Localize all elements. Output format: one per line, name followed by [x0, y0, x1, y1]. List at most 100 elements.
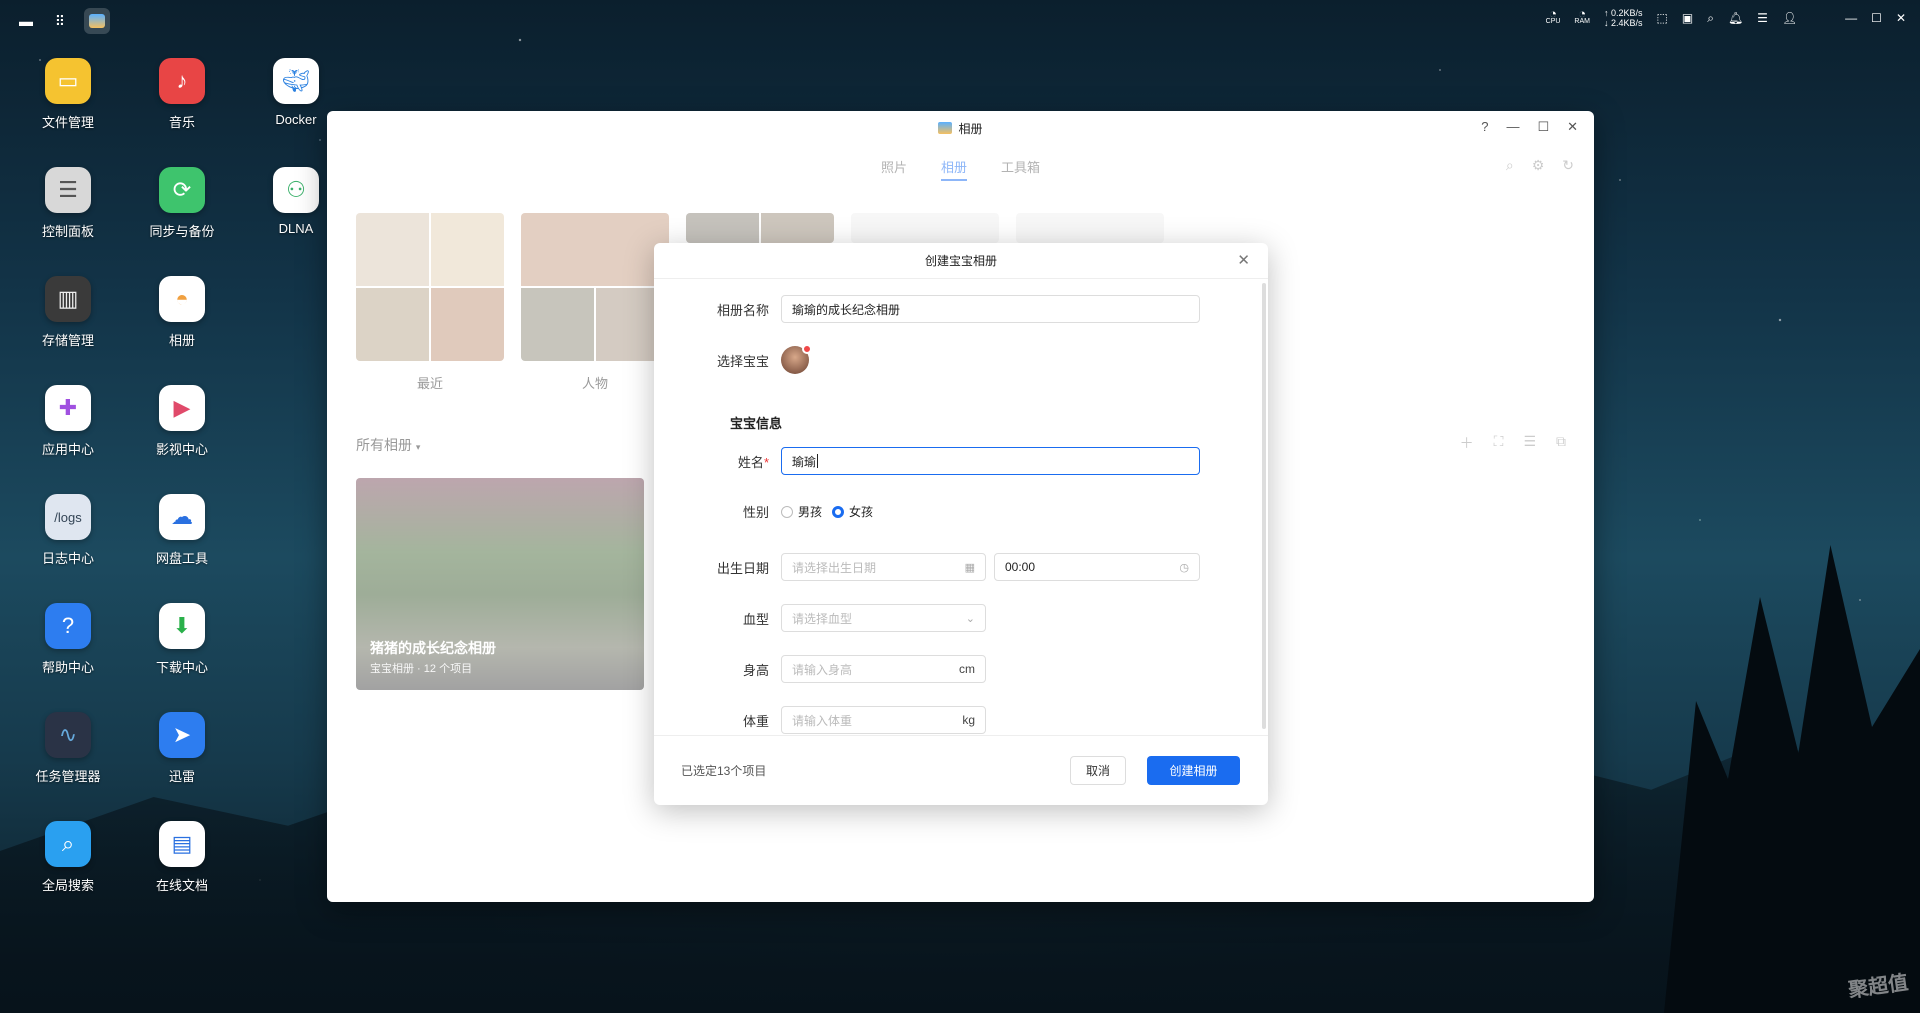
name-label: 姓名*: [737, 454, 769, 470]
thunder-icon: ➤: [159, 712, 205, 758]
maximize-icon[interactable]: ☐: [1871, 11, 1882, 25]
desktop-app-cloud-drive[interactable]: ☁ 网盘工具: [132, 494, 232, 567]
minimize-icon[interactable]: —: [1845, 11, 1857, 25]
desktop-app-sync[interactable]: ⟳ 同步与备份: [132, 167, 232, 240]
storage-icon: ▥: [45, 276, 91, 322]
search-icon[interactable]: ⌕: [1707, 11, 1714, 26]
window-minimize-icon[interactable]: —: [1506, 119, 1519, 135]
photos-app-icon: [938, 122, 953, 134]
birth-date-picker[interactable]: 请选择出生日期 ▦: [781, 553, 986, 581]
desktop-app-label: 控制面板: [41, 224, 94, 239]
desktop-app-label: 全局搜索: [41, 878, 94, 893]
desktop-app-label: 影视中心: [155, 442, 208, 457]
desktop-app-label: 任务管理器: [35, 769, 101, 784]
dialog-title: 创建宝宝相册 ✕: [654, 243, 1268, 279]
remove-badge-icon[interactable]: [802, 344, 812, 354]
net-download-speed: ↓ 2.4KB/s: [1603, 18, 1643, 28]
app-center-icon: ✚: [45, 385, 91, 431]
desktop-app-label: 下载中心: [155, 660, 208, 675]
dialog-close-icon[interactable]: ✕: [1237, 243, 1250, 279]
blood-row: 血型 请选择血型 ⌄: [654, 604, 1268, 632]
desktop-app-video[interactable]: ▶ 影视中心: [132, 385, 232, 458]
help-icon: ?: [45, 603, 91, 649]
user-account-icon[interactable]: ⬚: [1657, 11, 1668, 25]
name-input[interactable]: 瑜瑜: [781, 447, 1200, 475]
gender-row: 性别 男孩 女孩: [654, 502, 1268, 521]
desktop-app-app-center[interactable]: ✚ 应用中心: [18, 385, 118, 458]
desktop-app-label: 相册: [168, 333, 195, 348]
docker-icon: 🐳︎: [273, 58, 319, 104]
birth-time-picker[interactable]: 00:00 ◷: [994, 553, 1200, 581]
weight-row: 体重 请输入体重 kg: [654, 706, 1268, 734]
gender-girl-radio[interactable]: 女孩: [832, 503, 873, 520]
weight-input[interactable]: 请输入体重 kg: [781, 706, 986, 734]
desktop-app-thunder[interactable]: ➤ 迅雷: [132, 712, 232, 785]
network-speed[interactable]: ↑ 0.2KB/s ↓ 2.4KB/s: [1604, 8, 1643, 28]
close-icon[interactable]: ✕: [1896, 11, 1906, 25]
gender-boy-radio[interactable]: 男孩: [781, 503, 822, 520]
desktop-app-label: DLNA: [278, 221, 314, 236]
dlna-icon: ⚇: [273, 167, 319, 213]
system-top-bar: ▬ ⠿ ◔ CPU ◔ RAM ↑ 0.2KB/s ↓ 2.4KB/s ⬚ ▣ ⌕ …: [0, 0, 1920, 40]
desktop-app-search-app[interactable]: ⌕ 全局搜索: [18, 821, 118, 894]
album-name-label: 相册名称: [716, 302, 769, 318]
birth-label: 出生日期: [716, 560, 769, 576]
height-input[interactable]: 请输入身高 cm: [781, 655, 986, 683]
desktop-app-label: 同步与备份: [149, 224, 215, 239]
photos-icon: ◓: [159, 276, 205, 322]
docs-icon: ▤: [159, 821, 205, 867]
baby-avatar[interactable]: [781, 344, 812, 374]
help-icon[interactable]: ?: [1481, 119, 1488, 135]
cancel-button[interactable]: 取消: [1070, 756, 1126, 785]
birth-row: 出生日期 请选择出生日期 ▦ 00:00 ◷: [654, 553, 1268, 581]
cpu-gauge[interactable]: ◔ CPU: [1546, 7, 1561, 26]
desktop-app-docs[interactable]: ▤ 在线文档: [132, 821, 232, 894]
desktop-app-photos[interactable]: ◓ 相册: [132, 276, 232, 349]
search-app-icon: ⌕: [45, 821, 91, 867]
desktop-app-task-manager[interactable]: ∿ 任务管理器: [18, 712, 118, 785]
photos-taskbar-icon[interactable]: [84, 8, 110, 34]
desktop-app-help[interactable]: ? 帮助中心: [18, 603, 118, 676]
create-baby-album-dialog: 创建宝宝相册 ✕ 相册名称 瑜瑜的成长纪念相册 选择宝宝 宝宝信息 姓名* 瑜瑜…: [654, 243, 1268, 805]
album-name-input[interactable]: 瑜瑜的成长纪念相册: [781, 295, 1200, 323]
desktop-app-label: 网盘工具: [155, 551, 208, 566]
user-icon[interactable]: 👤︎: [1782, 11, 1797, 25]
window-maximize-icon[interactable]: ☐: [1537, 119, 1549, 135]
blood-label: 血型: [742, 611, 769, 627]
window-close-icon[interactable]: ✕: [1567, 119, 1578, 135]
bell-icon[interactable]: 🔔︎: [1728, 11, 1743, 25]
desktop-app-control-panel[interactable]: ☰ 控制面板: [18, 167, 118, 240]
app-grid-icon[interactable]: ⠿: [50, 11, 70, 31]
desktop-app-label: 迅雷: [168, 769, 195, 784]
sync-icon: ⟳: [159, 167, 205, 213]
chevron-down-icon: ⌄: [965, 612, 975, 625]
control-panel-icon: ☰: [45, 167, 91, 213]
ram-gauge[interactable]: ◔ RAM: [1574, 7, 1590, 26]
desktop-app-logs[interactable]: /logs 日志中心: [18, 494, 118, 567]
server-icon[interactable]: ☰: [1757, 11, 1768, 25]
desktop-app-label: 音乐: [168, 115, 195, 130]
album-name-row: 相册名称 瑜瑜的成长纪念相册: [654, 295, 1268, 323]
desktop-app-download[interactable]: ⬇ 下载中心: [132, 603, 232, 676]
task-manager-icon: ∿: [45, 712, 91, 758]
weight-label: 体重: [742, 713, 769, 729]
net-upload-speed: ↑ 0.2KB/s: [1603, 8, 1643, 18]
video-icon: ▶: [159, 385, 205, 431]
desktop-app-folder[interactable]: ▭ 文件管理: [18, 58, 118, 131]
cloud-drive-icon: ☁: [159, 494, 205, 540]
screen-icon[interactable]: ▣: [1682, 11, 1693, 25]
clock-icon: ◷: [1179, 561, 1189, 574]
desktop-app-label: 帮助中心: [41, 660, 94, 675]
height-label: 身高: [742, 662, 769, 678]
desktop-app-storage[interactable]: ▥ 存储管理: [18, 276, 118, 349]
desktop-app-music[interactable]: ♪ 音乐: [132, 58, 232, 131]
baby-info-heading: 宝宝信息: [730, 416, 783, 431]
show-desktop-icon[interactable]: ▬: [16, 11, 36, 31]
window-titlebar[interactable]: 相册 ? — ☐ ✕: [327, 111, 1594, 145]
desktop-app-label: 日志中心: [41, 551, 94, 566]
window-title: 相册: [958, 121, 983, 136]
create-album-button[interactable]: 创建相册: [1147, 756, 1240, 785]
blood-type-select[interactable]: 请选择血型 ⌄: [781, 604, 986, 632]
calendar-icon: ▦: [964, 561, 975, 574]
select-baby-label: 选择宝宝: [716, 353, 769, 369]
